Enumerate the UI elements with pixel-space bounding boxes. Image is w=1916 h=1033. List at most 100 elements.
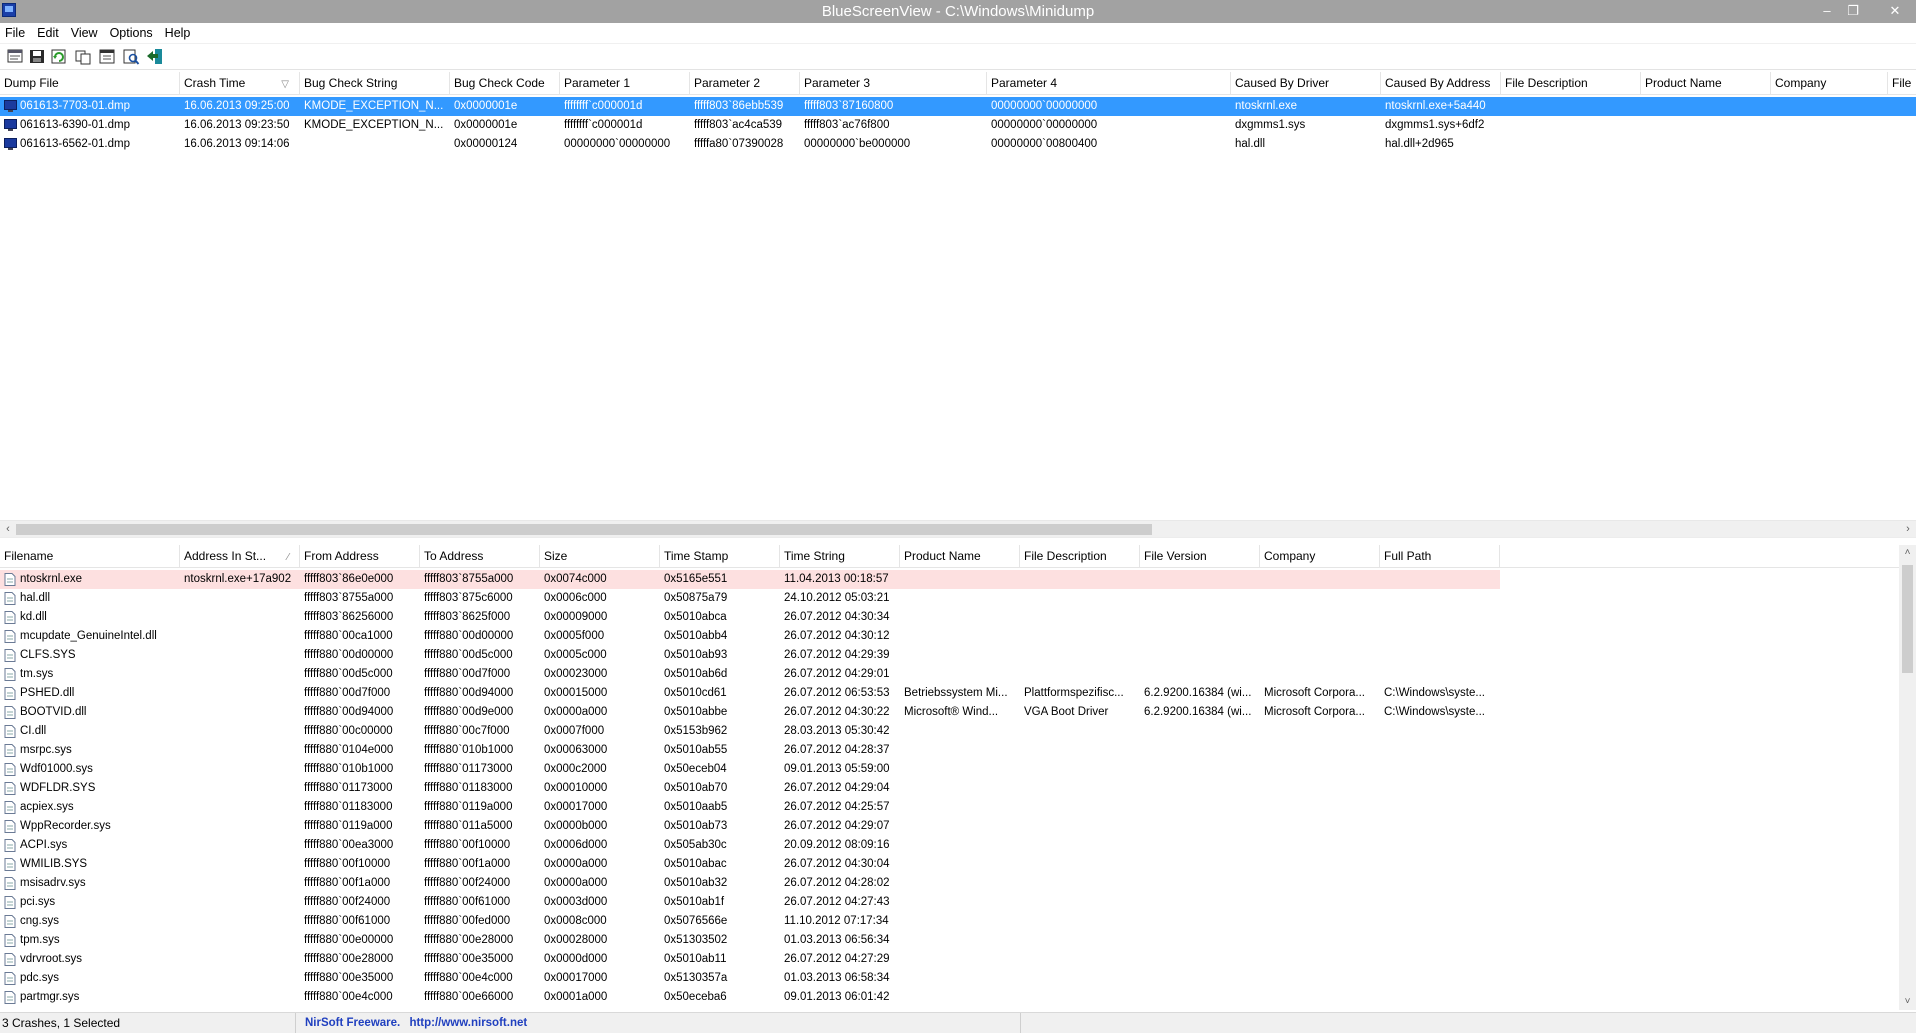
copy-icon[interactable]	[74, 48, 92, 65]
cell-company	[1260, 741, 1380, 760]
column-parameter-4[interactable]: Parameter 4	[987, 72, 1231, 95]
minimize-button[interactable]: –	[1816, 2, 1838, 20]
cell-product-name	[900, 798, 1020, 817]
horizontal-scroll-thumb[interactable]	[16, 524, 1152, 535]
driver-row[interactable]: PSHED.dll fffff880`00d7f000 fffff880`00d94…	[0, 684, 1899, 703]
cell-caused-by-address: hal.dll+2d965	[1385, 138, 1454, 150]
column-time-string[interactable]: Time String	[780, 545, 900, 568]
refresh-icon[interactable]	[50, 48, 68, 65]
driver-row[interactable]: pci.sys fffff880`00f24000 fffff880`00f6100…	[0, 893, 1899, 912]
cell-from-address: fffff880`0104e000	[304, 744, 394, 756]
driver-row[interactable]: msrpc.sys fffff880`0104e000 fffff880`010b1…	[0, 741, 1899, 760]
driver-row[interactable]: kd.dll fffff803`86256000 fffff803`8625f000…	[0, 608, 1899, 627]
close-button[interactable]: ✕	[1884, 2, 1906, 20]
column-filename[interactable]: Filename	[0, 545, 180, 568]
save-icon[interactable]	[28, 48, 46, 65]
cell-address-in-stack	[180, 931, 300, 950]
cell-time-string: 20.09.2012 08:09:16	[784, 839, 890, 851]
menu-options[interactable]: Options	[104, 23, 159, 40]
scroll-down-icon[interactable]: ˅	[1899, 994, 1916, 1010]
driver-row[interactable]: WppRecorder.sys fffff880`0119a000 fffff880…	[0, 817, 1899, 836]
vertical-scroll-thumb[interactable]	[1902, 565, 1913, 673]
html-report-icon[interactable]	[6, 48, 24, 65]
driver-row[interactable]: tpm.sys fffff880`00e00000 fffff880`00e2800…	[0, 931, 1899, 950]
nirsoft-link[interactable]: http://www.nirsoft.net	[409, 1017, 527, 1029]
scroll-left-icon[interactable]: ‹	[0, 521, 16, 538]
cell-full-path	[1380, 817, 1500, 836]
menu-edit[interactable]: Edit	[31, 23, 65, 40]
column-dump-file[interactable]: Dump File	[0, 72, 180, 95]
column-time-stamp[interactable]: Time Stamp	[660, 545, 780, 568]
driver-row[interactable]: Wdf01000.sys fffff880`010b1000 fffff880`01…	[0, 760, 1899, 779]
column-caused-by-driver[interactable]: Caused By Driver	[1231, 72, 1381, 95]
cell-from-address: fffff880`00ca1000	[304, 630, 393, 642]
column-product-name[interactable]: Product Name	[900, 545, 1020, 568]
column-file-version[interactable]: File Version	[1140, 545, 1260, 568]
column-caused-by-address[interactable]: Caused By Address	[1381, 72, 1501, 95]
driver-row[interactable]: tm.sys fffff880`00d5c000 fffff880`00d7f000…	[0, 665, 1899, 684]
column-to-address[interactable]: To Address	[420, 545, 540, 568]
cell-filename: BOOTVID.dll	[20, 706, 87, 718]
column-file-description[interactable]: File Description	[1020, 545, 1140, 568]
driver-row[interactable]: pdc.sys fffff880`00e35000 fffff880`00e4c00…	[0, 969, 1899, 988]
cell-file-version	[1140, 931, 1260, 950]
cell-company	[1260, 836, 1380, 855]
cell-file-description	[1020, 969, 1140, 988]
driver-row[interactable]: WDFLDR.SYS fffff880`01173000 fffff880`0118…	[0, 779, 1899, 798]
pane-splitter[interactable]	[0, 537, 1916, 545]
cell-time-stamp: 0x5010abbe	[664, 706, 728, 718]
scroll-up-icon[interactable]: ˄	[1899, 545, 1916, 561]
driver-row[interactable]: BOOTVID.dll fffff880`00d94000 fffff880`00d…	[0, 703, 1899, 722]
column-file-description[interactable]: File Description	[1501, 72, 1641, 95]
column-company[interactable]: Company	[1260, 545, 1380, 568]
column-from-address[interactable]: From Address	[300, 545, 420, 568]
file-icon	[4, 592, 16, 605]
driver-row[interactable]: WMILIB.SYS fffff880`00f10000 fffff880`00f1…	[0, 855, 1899, 874]
restore-button[interactable]: ❐	[1842, 2, 1864, 20]
column-parameter-3[interactable]: Parameter 3	[800, 72, 987, 95]
driver-row[interactable]: cng.sys fffff880`00f61000 fffff880`00fed00…	[0, 912, 1899, 931]
column-full-path[interactable]: Full Path	[1380, 545, 1500, 568]
driver-row[interactable]: mcupdate_GenuineIntel.dll fffff880`00ca10…	[0, 627, 1899, 646]
cell-size: 0x0000d000	[544, 953, 608, 965]
sort-ascending-icon: ⁄	[287, 552, 289, 563]
find-icon[interactable]	[122, 48, 140, 65]
column-company[interactable]: Company	[1771, 72, 1888, 95]
cell-file-version	[1140, 798, 1260, 817]
cell-time-string: 26.07.2012 04:27:29	[784, 953, 890, 965]
driver-row[interactable]: ntoskrnl.exe ntoskrnl.exe+17a902 fffff803`…	[0, 570, 1899, 589]
menu-view[interactable]: View	[65, 23, 104, 40]
column-parameter-1[interactable]: Parameter 1	[560, 72, 690, 95]
crash-row[interactable]: 061613-6390-01.dmp 16.06.2013 09:23:50 K…	[0, 116, 1916, 135]
cell-file-description	[1020, 760, 1140, 779]
properties-icon[interactable]	[98, 48, 116, 65]
column-size[interactable]: Size	[540, 545, 660, 568]
column-parameter-2[interactable]: Parameter 2	[690, 72, 800, 95]
column-address-in-stack[interactable]: Address In St... ⁄	[180, 545, 300, 568]
column-product-name[interactable]: Product Name	[1641, 72, 1771, 95]
crash-row[interactable]: 061613-6562-01.dmp 16.06.2013 09:14:06 0…	[0, 135, 1916, 154]
driver-row[interactable]: msisadrv.sys fffff880`00f1a000 fffff880`00…	[0, 874, 1899, 893]
driver-row[interactable]: partmgr.sys fffff880`00e4c000 fffff880`00e…	[0, 988, 1899, 1007]
menu-file[interactable]: File	[0, 23, 31, 40]
exit-icon[interactable]	[146, 48, 164, 65]
column-file[interactable]: File	[1888, 72, 1916, 95]
column-bug-check-code[interactable]: Bug Check Code	[450, 72, 560, 95]
cell-product-name	[900, 836, 1020, 855]
driver-row[interactable]: ACPI.sys fffff880`00ea3000 fffff880`00f100…	[0, 836, 1899, 855]
driver-row[interactable]: acpiex.sys fffff880`01183000 fffff880`0119…	[0, 798, 1899, 817]
driver-list-vertical-scrollbar[interactable]: ˄ ˅	[1899, 545, 1916, 1010]
column-bug-check-string[interactable]: Bug Check String	[300, 72, 450, 95]
crash-list-horizontal-scrollbar[interactable]: ‹ ›	[0, 520, 1916, 537]
cell-address-in-stack: ntoskrnl.exe+17a902	[184, 573, 292, 585]
driver-row[interactable]: CLFS.SYS fffff880`00d00000 fffff880`00d5c0…	[0, 646, 1899, 665]
scroll-right-icon[interactable]: ›	[1900, 521, 1916, 538]
cell-time-string: 26.07.2012 04:25:57	[784, 801, 890, 813]
crash-row[interactable]: 061613-7703-01.dmp 16.06.2013 09:25:00 K…	[0, 97, 1916, 116]
driver-row[interactable]: CI.dll fffff880`00c00000 fffff880`00c7f000…	[0, 722, 1899, 741]
driver-row[interactable]: hal.dll fffff803`8755a000 fffff803`875c600…	[0, 589, 1899, 608]
menu-help[interactable]: Help	[159, 23, 197, 40]
column-crash-time[interactable]: Crash Time ▽	[180, 72, 300, 95]
cell-address-in-stack	[180, 874, 300, 893]
driver-row[interactable]: vdrvroot.sys fffff880`00e28000 fffff880`00…	[0, 950, 1899, 969]
